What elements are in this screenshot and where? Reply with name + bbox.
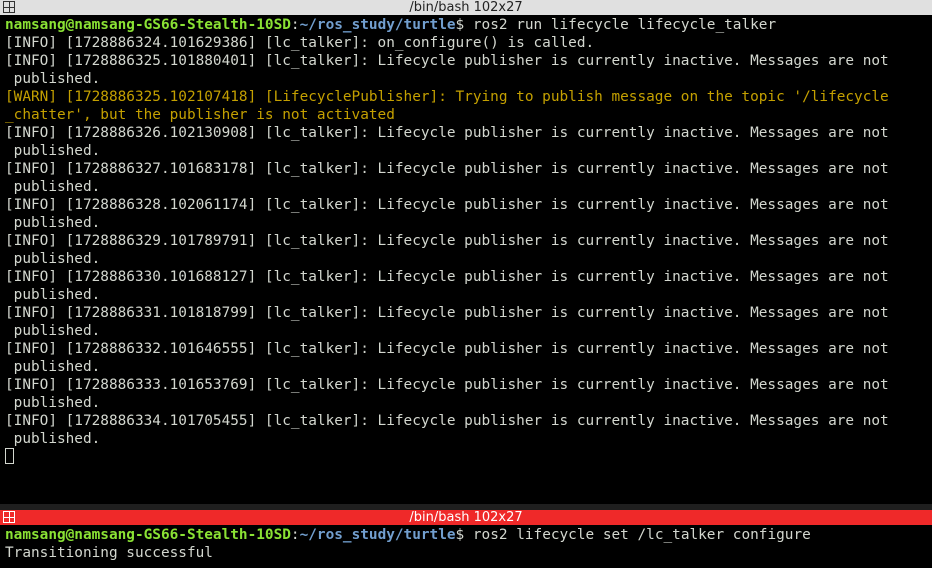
warn-log-line: _chatter', but the publisher is not acti… <box>5 107 395 123</box>
command-output: Transitioning successful <box>5 545 213 561</box>
info-log-line: published. <box>5 179 101 195</box>
info-log-line: [INFO] [1728886324.101629386] [lc_talker… <box>5 35 595 51</box>
prompt-path: ~/ros_study/turtle <box>299 527 456 543</box>
info-log-line: published. <box>5 323 101 339</box>
bottom-terminal-title: /bin/bash 102x27 <box>409 510 523 525</box>
bottom-terminal-titlebar[interactable]: /bin/bash 102x27 <box>0 510 932 525</box>
info-log-line: [INFO] [1728886330.101688127] [lc_talker… <box>5 269 889 285</box>
prompt-dollar: $ <box>455 17 465 33</box>
top-terminal-title: /bin/bash 102x27 <box>409 0 523 15</box>
info-log-line: [INFO] [1728886331.101818799] [lc_talker… <box>5 305 889 321</box>
info-log-line: [INFO] [1728886328.102061174] [lc_talker… <box>5 197 889 213</box>
prompt-dollar: $ <box>455 527 465 543</box>
text-cursor <box>5 448 14 464</box>
prompt-separator: : <box>290 527 300 543</box>
info-log-line: [INFO] [1728886332.101646555] [lc_talker… <box>5 341 889 357</box>
prompt-user-host: namsang@namsang-GS66-Stealth-10SD <box>5 527 291 543</box>
info-log-line: published. <box>5 431 101 447</box>
top-terminal-titlebar[interactable]: /bin/bash 102x27 <box>0 0 932 15</box>
prompt-user-host: namsang@namsang-GS66-Stealth-10SD <box>5 17 291 33</box>
info-log-line: [INFO] [1728886333.101653769] [lc_talker… <box>5 377 889 393</box>
prompt-command: ros2 run lifecycle lifecycle_talker <box>464 17 777 33</box>
info-log-line: [INFO] [1728886326.102130908] [lc_talker… <box>5 125 889 141</box>
info-log-line: [INFO] [1728886334.101705455] [lc_talker… <box>5 413 889 429</box>
info-log-line: published. <box>5 71 101 87</box>
split-window-icon[interactable] <box>3 1 15 13</box>
info-log-line: [INFO] [1728886329.101789791] [lc_talker… <box>5 233 889 249</box>
prompt-command: ros2 lifecycle set /lc_talker configure <box>464 527 811 543</box>
bottom-terminal-pane[interactable]: namsang@namsang-GS66-Stealth-10SD:~/ros_… <box>0 525 932 568</box>
top-terminal-pane[interactable]: namsang@namsang-GS66-Stealth-10SD:~/ros_… <box>0 15 932 504</box>
prompt-separator: : <box>290 17 300 33</box>
info-log-line: published. <box>5 251 101 267</box>
warn-log-line: [WARN] [1728886325.102107418] [Lifecycle… <box>5 89 889 105</box>
prompt-path: ~/ros_study/turtle <box>299 17 456 33</box>
info-log-line: [INFO] [1728886325.101880401] [lc_talker… <box>5 53 889 69</box>
info-log-line: [INFO] [1728886327.101683178] [lc_talker… <box>5 161 889 177</box>
prompt-line: namsang@namsang-GS66-Stealth-10SD:~/ros_… <box>5 16 776 34</box>
info-log-line: published. <box>5 395 101 411</box>
info-log-line: published. <box>5 215 101 231</box>
info-log-line: published. <box>5 287 101 303</box>
prompt-line: namsang@namsang-GS66-Stealth-10SD:~/ros_… <box>5 526 811 544</box>
info-log-line: published. <box>5 359 101 375</box>
info-log-line: published. <box>5 143 101 159</box>
split-window-icon[interactable] <box>3 511 15 523</box>
